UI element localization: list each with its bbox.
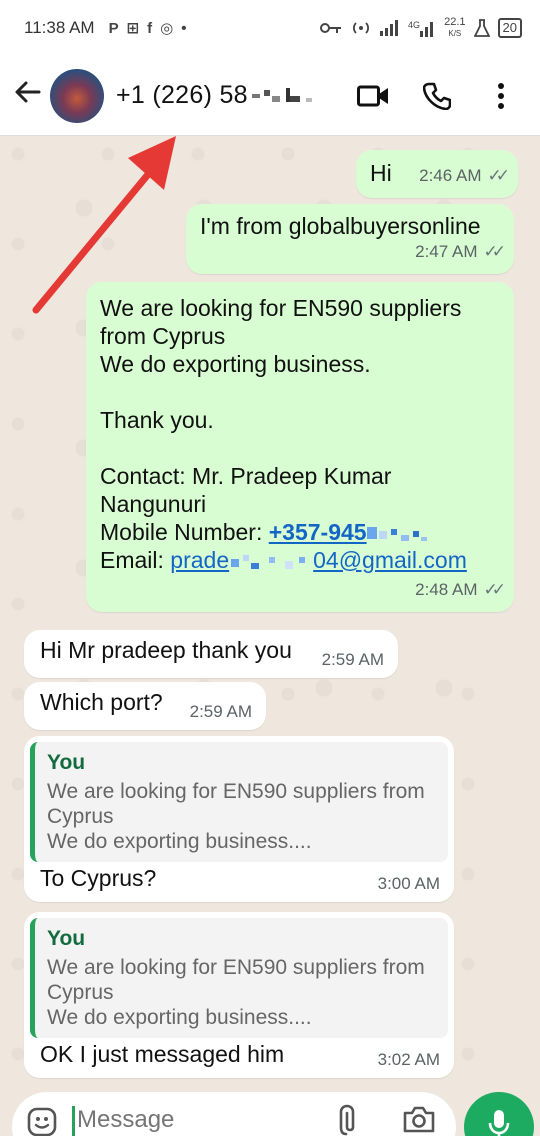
message-text: To Cyprus? (40, 865, 157, 891)
battery-indicator: 20 (497, 18, 522, 38)
mobile-label: Mobile Number: (100, 519, 269, 545)
system-icons: 4G 22.1 K/S 20 (320, 17, 522, 39)
message-time: 3:00 AM (377, 874, 440, 893)
voice-call-icon (423, 82, 451, 110)
hotspot-icon (353, 22, 370, 34)
status-time: 11:38 AM (24, 18, 95, 37)
microphone-icon (488, 1110, 510, 1136)
message-outgoing[interactable]: We are looking for EN590 suppliers from … (86, 282, 514, 612)
message-incoming-reply[interactable]: You We are looking for EN590 suppliers f… (24, 912, 454, 1078)
more-notifications-dot-icon: • (181, 19, 187, 37)
email-link-start[interactable]: prade (170, 547, 229, 573)
avatar[interactable] (50, 68, 104, 123)
quoted-author: You (47, 751, 86, 774)
message-line: from Cyprus (100, 323, 226, 349)
voice-call-button[interactable] (420, 79, 454, 113)
contact-title[interactable]: +1 (226) 58 (116, 81, 322, 110)
quoted-text: Cyprus (47, 805, 114, 828)
message-meta: 2:46 AM ✓✓ (419, 162, 510, 190)
notification-icon-app: ⊞ (126, 20, 140, 37)
message-meta: 3:02 AM (378, 1046, 440, 1074)
message-time: 2:47 AM (415, 242, 478, 261)
message-incoming[interactable]: Hi Mr pradeep thank you 2:59 AM (24, 630, 398, 678)
composer (0, 1076, 540, 1136)
message-outgoing[interactable]: Hi 2:46 AM ✓✓ (356, 150, 518, 198)
message-incoming[interactable]: Which port? 2:59 AM (24, 682, 266, 730)
message-time: 2:46 AM (419, 166, 482, 185)
message-line: We are looking for EN590 suppliers (100, 295, 462, 321)
email-line: Email: prade 04@gmail.com (100, 546, 500, 574)
mobile-line: Mobile Number: +357-945 (100, 518, 500, 546)
message-time: 2:59 AM (321, 650, 384, 669)
message-input[interactable] (77, 1106, 297, 1134)
header-actions (356, 79, 518, 113)
video-call-icon (357, 85, 388, 106)
notification-icons: P ⊞ f ◎ • (108, 19, 187, 38)
message-time: 3:02 AM (377, 1050, 440, 1069)
email-link-end[interactable]: 04@gmail.com (313, 547, 467, 573)
message-line: We do exporting business. (100, 351, 371, 377)
quoted-text: We do exporting business.... (47, 830, 312, 853)
message-line: Thank you. (100, 407, 214, 433)
chat-header: +1 (226) 58 (0, 56, 540, 136)
voice-record-button[interactable] (464, 1092, 534, 1136)
message-meta: 3:00 AM (378, 870, 440, 898)
message-line: Contact: Mr. Pradeep Kumar (100, 463, 392, 489)
text-caret (72, 1106, 75, 1136)
quoted-text: We are looking for EN590 suppliers from (47, 780, 425, 803)
sticker-icon[interactable] (26, 1106, 58, 1136)
flask-icon (473, 19, 490, 37)
message-time: 2:59 AM (189, 702, 252, 721)
message-meta: 2:47 AM ✓✓ (415, 238, 506, 266)
attach-icon[interactable] (338, 1104, 364, 1136)
quoted-author: You (47, 927, 86, 950)
email-label: Email: (100, 547, 171, 573)
quoted-message[interactable]: You We are looking for EN590 suppliers f… (30, 918, 448, 1038)
svg-text:4G: 4G (408, 20, 420, 30)
status-bar: 11:38 AM P ⊞ f ◎ • 4G 22.1 K/S 20 (0, 0, 540, 56)
network-speed: 22.1 K/S (444, 16, 466, 39)
message-line: Nangunuri (100, 491, 207, 517)
quoted-text: Cyprus (47, 981, 114, 1004)
message-text: Hi Mr pradeep thank you (40, 637, 292, 663)
quoted-message[interactable]: You We are looking for EN590 suppliers f… (30, 742, 448, 862)
message-text: OK I just messaged him (40, 1041, 285, 1067)
chat-area[interactable]: Hi 2:46 AM ✓✓ I'm from globalbuyersonlin… (0, 136, 540, 1078)
phone-link[interactable]: +357-945 (269, 519, 367, 545)
discord-icon: ◎ (160, 20, 174, 37)
message-meta: 2:59 AM (322, 646, 384, 674)
redaction-overlay (366, 526, 427, 541)
back-button[interactable] (8, 77, 48, 115)
contact-name: +1 (226) 58 (116, 81, 248, 109)
signal-icon (380, 20, 399, 36)
message-text: Which port? (40, 689, 163, 715)
more-options-icon (498, 82, 504, 109)
redaction-overlay (251, 88, 312, 103)
notification-icon-p: P (108, 19, 119, 37)
video-call-button[interactable] (356, 79, 390, 113)
message-input-container[interactable] (12, 1092, 456, 1136)
signal-4g-icon: 4G (408, 20, 434, 37)
message-text: I'm from globalbuyersonline (200, 213, 481, 239)
facebook-icon: f (147, 19, 153, 37)
read-ticks-icon: ✓✓ (487, 166, 510, 185)
message-text: Hi (370, 160, 392, 186)
message-meta: 2:59 AM (190, 698, 252, 726)
message-incoming-reply[interactable]: You We are looking for EN590 suppliers f… (24, 736, 454, 902)
quoted-text: We do exporting business.... (47, 1006, 312, 1029)
more-options-button[interactable] (484, 79, 518, 113)
message-outgoing[interactable]: I'm from globalbuyersonline 2:47 AM ✓✓ (186, 204, 514, 274)
camera-icon[interactable] (402, 1104, 436, 1134)
quoted-text: We are looking for EN590 suppliers from (47, 956, 425, 979)
message-meta: 2:48 AM ✓✓ (415, 576, 506, 604)
read-ticks-icon: ✓✓ (483, 580, 506, 599)
message-time: 2:48 AM (415, 580, 478, 599)
key-icon (320, 23, 342, 33)
arrow-left-icon (15, 81, 41, 102)
read-ticks-icon: ✓✓ (483, 242, 506, 261)
redaction-overlay (231, 554, 306, 569)
